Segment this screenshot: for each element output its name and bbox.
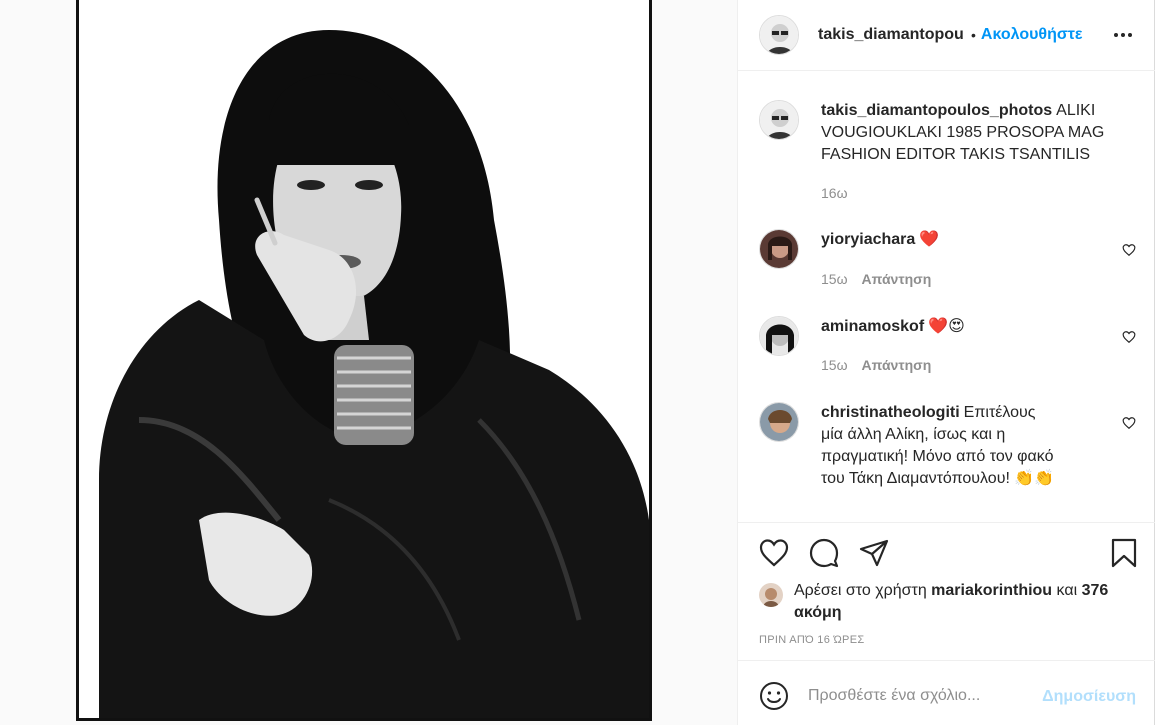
more-options-icon[interactable] xyxy=(1111,20,1135,50)
comment-username[interactable]: yioryiachara xyxy=(821,231,915,248)
comment-input[interactable] xyxy=(808,683,1028,709)
comment-time[interactable]: 15ω xyxy=(821,271,848,287)
post-media-pane xyxy=(0,0,737,725)
follow-button[interactable]: Ακολουθήστε xyxy=(981,26,1083,44)
caption-body: takis_diamantopoulos_photos ALIKI VOUGIOU… xyxy=(821,100,1121,166)
likes-summary: Αρέσει στο χρήστη mariakorinthiou και 37… xyxy=(759,580,1119,624)
like-heart-icon[interactable] xyxy=(758,537,790,569)
reply-button[interactable]: Απάντηση xyxy=(862,271,932,287)
caption-meta: 16ω xyxy=(821,185,848,201)
like-comment-heart-icon[interactable] xyxy=(1122,243,1136,257)
post-side-panel: takis_diamantopou • Ακολουθήστε takis_di… xyxy=(737,0,1155,725)
post-comment-button[interactable]: Δημοσίευση xyxy=(1042,688,1136,706)
emoji-icon[interactable] xyxy=(759,681,789,711)
liker-avatar[interactable] xyxy=(759,583,783,607)
comment-body: yioryiachara ❤️ xyxy=(821,229,1091,251)
comment-emoji: ❤️😍 xyxy=(928,318,965,335)
comment-meta: 15ω Απάντηση xyxy=(821,271,931,287)
comments-list[interactable]: takis_diamantopoulos_photos ALIKI VOUGIOU… xyxy=(738,72,1155,522)
share-send-icon[interactable] xyxy=(858,537,890,569)
comment-composer: Δημοσίευση xyxy=(738,660,1155,725)
likes-prefix: Αρέσει στο χρήστη xyxy=(794,582,927,599)
save-bookmark-icon[interactable] xyxy=(1108,537,1140,569)
liker-username[interactable]: mariakorinthiou xyxy=(931,582,1052,599)
comment-username[interactable]: aminamoskof xyxy=(821,318,924,335)
post-timestamp[interactable]: ΠΡΙΝ ΑΠΌ 16 ΏΡΕΣ xyxy=(759,634,864,646)
comment-emoji: 👏👏 xyxy=(1014,470,1055,487)
reply-button[interactable]: Απάντηση xyxy=(862,357,932,373)
header-username[interactable]: takis_diamantopou xyxy=(818,26,964,44)
comment-meta: 15ω Απάντηση xyxy=(821,357,931,373)
comment-body: aminamoskof ❤️😍 xyxy=(821,316,1091,338)
caption-username[interactable]: takis_diamantopoulos_photos xyxy=(821,102,1052,119)
caption-time[interactable]: 16ω xyxy=(821,185,848,201)
comment-username[interactable]: christinatheologiti xyxy=(821,404,960,421)
commenter-avatar[interactable] xyxy=(759,229,799,269)
author-avatar[interactable] xyxy=(759,15,799,55)
post-header: takis_diamantopou • Ακολουθήστε xyxy=(738,0,1155,71)
portrait-image xyxy=(79,0,649,718)
like-comment-heart-icon[interactable] xyxy=(1122,416,1136,430)
author-avatar[interactable] xyxy=(759,100,799,140)
commenter-avatar[interactable] xyxy=(759,402,799,442)
likes-text: Αρέσει στο χρήστη mariakorinthiou και 37… xyxy=(794,580,1119,624)
commenter-avatar[interactable] xyxy=(759,316,799,356)
separator-dot: • xyxy=(971,27,976,43)
like-comment-heart-icon[interactable] xyxy=(1122,330,1136,344)
post-actions: Αρέσει στο χρήστη mariakorinthiou και 37… xyxy=(738,522,1155,660)
comment-time[interactable]: 15ω xyxy=(821,357,848,373)
comment-emoji: ❤️ xyxy=(919,231,940,248)
likes-and: και xyxy=(1056,582,1078,599)
post-photo[interactable] xyxy=(76,0,652,721)
comment-bubble-icon[interactable] xyxy=(808,537,840,569)
comment-body: christinatheologiti Επιτέλους μία άλλη Αλ… xyxy=(821,402,1056,490)
